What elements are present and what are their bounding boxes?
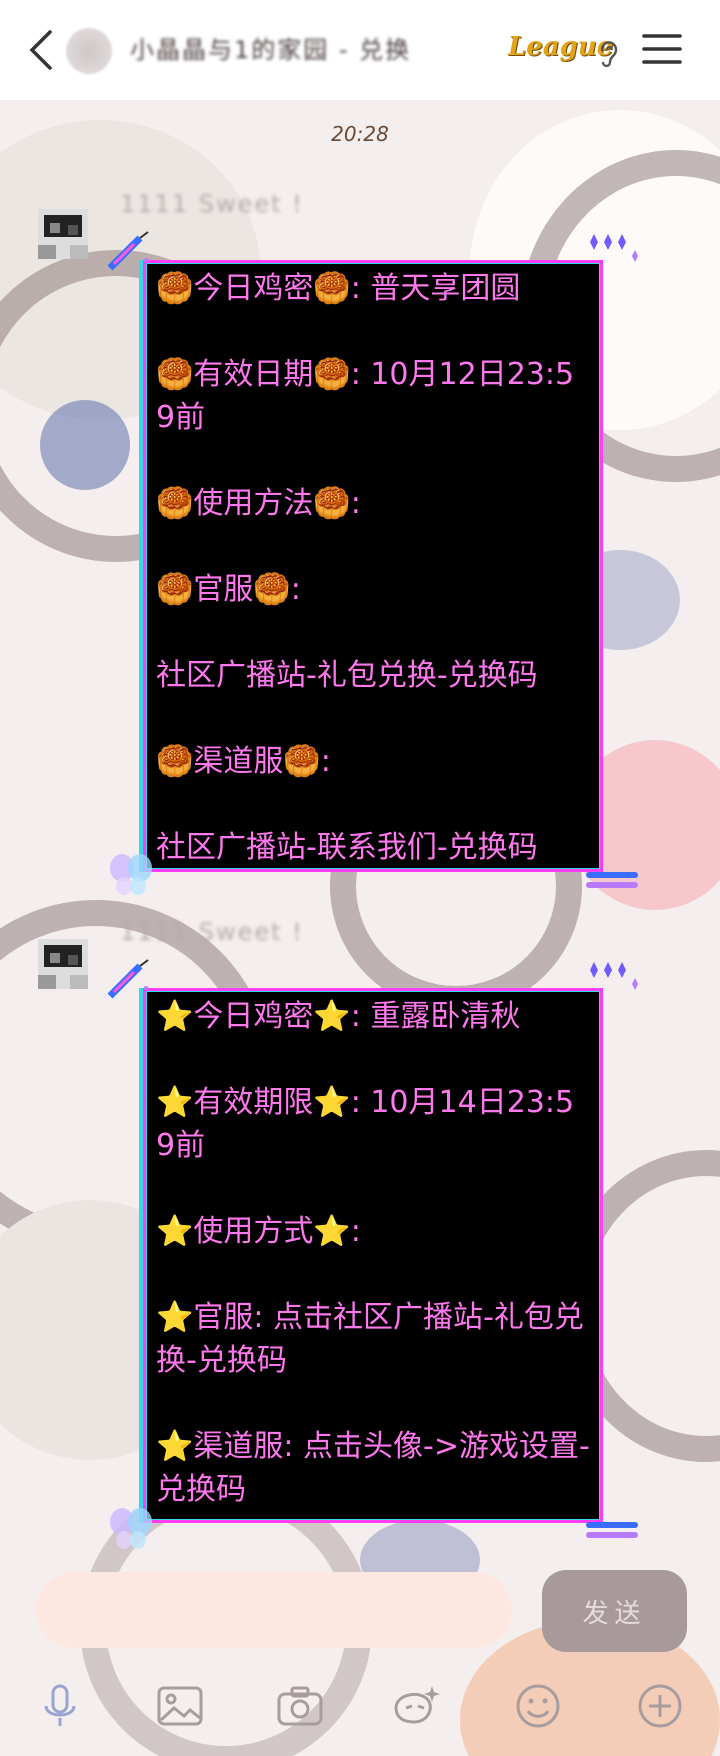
microphone-button[interactable] — [32, 1678, 88, 1734]
bars-sticker — [584, 1516, 642, 1552]
message-spacer — [156, 1167, 590, 1210]
message-spacer — [156, 310, 590, 353]
emoji-icon — [516, 1684, 560, 1728]
back-button[interactable] — [24, 26, 64, 74]
message-line: ⭐渠道服: 点击头像->游戏设置-兑换码 — [156, 1429, 590, 1507]
ear-icon[interactable] — [596, 36, 620, 70]
butterfly-sticker — [104, 1500, 158, 1556]
sender-name: 1111 Sweet ! — [120, 190, 304, 218]
message-line: 🥮有效日期🥮: 10月12日23:59前 — [156, 357, 575, 435]
camera-button[interactable] — [272, 1678, 328, 1734]
bars-sticker — [584, 866, 642, 902]
message-line: 社区广播站-联系我们-兑换码 — [156, 830, 538, 865]
input-bar: 发送 — [0, 1560, 720, 1756]
image-icon — [157, 1686, 203, 1726]
menu-button[interactable] — [642, 28, 682, 70]
sparkle-sticker — [580, 958, 640, 1002]
sender-avatar[interactable] — [24, 925, 102, 1003]
syringe-sticker — [104, 230, 152, 278]
message-input[interactable] — [36, 1572, 512, 1648]
chat-header: 小晶晶与1的家园 - 兑换 League — [0, 0, 720, 100]
input-toolbar — [0, 1678, 720, 1738]
message-line: 🥮官服🥮: — [156, 572, 301, 607]
sender-avatar[interactable] — [24, 195, 102, 273]
syringe-sticker — [104, 958, 152, 1006]
menu-icon — [642, 34, 682, 64]
message-spacer — [156, 1253, 590, 1296]
message-spacer — [156, 1382, 590, 1425]
butterfly-sticker — [104, 846, 158, 902]
message-line: 🥮渠道服🥮: — [156, 744, 331, 779]
chat-avatar[interactable] — [66, 28, 112, 74]
message-spacer — [156, 439, 590, 482]
message-line: ⭐使用方式⭐: — [156, 1214, 361, 1249]
chevron-left-icon — [29, 30, 52, 70]
message-spacer — [156, 1038, 590, 1081]
emoji-button[interactable] — [510, 1678, 566, 1734]
sticker-button[interactable] — [388, 1678, 444, 1734]
message-spacer — [156, 525, 590, 568]
message-line: 🥮今日鸡密🥮: 普天享团圆 — [156, 271, 521, 306]
message-bubble[interactable]: ⭐今日鸡密⭐: 重露卧清秋 ⭐有效期限⭐: 10月14日23:59前 ⭐使用方式… — [143, 988, 603, 1523]
plus-button[interactable] — [632, 1678, 688, 1734]
sparkle-sticker — [580, 230, 640, 274]
message-spacer — [156, 697, 590, 740]
chat-title: 小晶晶与1的家园 - 兑换 — [130, 36, 412, 64]
message-line: ⭐有效期限⭐: 10月14日23:59前 — [156, 1085, 575, 1163]
message-spacer — [156, 611, 590, 654]
send-button[interactable]: 发送 — [542, 1570, 687, 1652]
microphone-icon — [44, 1684, 76, 1726]
message-bubble[interactable]: 🥮今日鸡密🥮: 普天享团圆 🥮有效日期🥮: 10月12日23:59前 🥮使用方法… — [143, 260, 603, 872]
image-button[interactable] — [152, 1678, 208, 1734]
message-line: 🥮使用方法🥮: — [156, 486, 361, 521]
camera-icon — [277, 1686, 323, 1726]
message-spacer — [156, 783, 590, 826]
sender-name: 1111 Sweet ! — [120, 918, 304, 946]
sticker-icon — [394, 1686, 440, 1724]
message-timestamp: 20:28 — [331, 122, 389, 146]
message-line: ⭐今日鸡密⭐: 重露卧清秋 — [156, 999, 521, 1034]
message-line: ⭐官服: 点击社区广播站-礼包兑换-兑换码 — [156, 1300, 584, 1378]
message-line: 社区广播站-礼包兑换-兑换码 — [156, 658, 538, 693]
plus-icon — [638, 1684, 682, 1728]
